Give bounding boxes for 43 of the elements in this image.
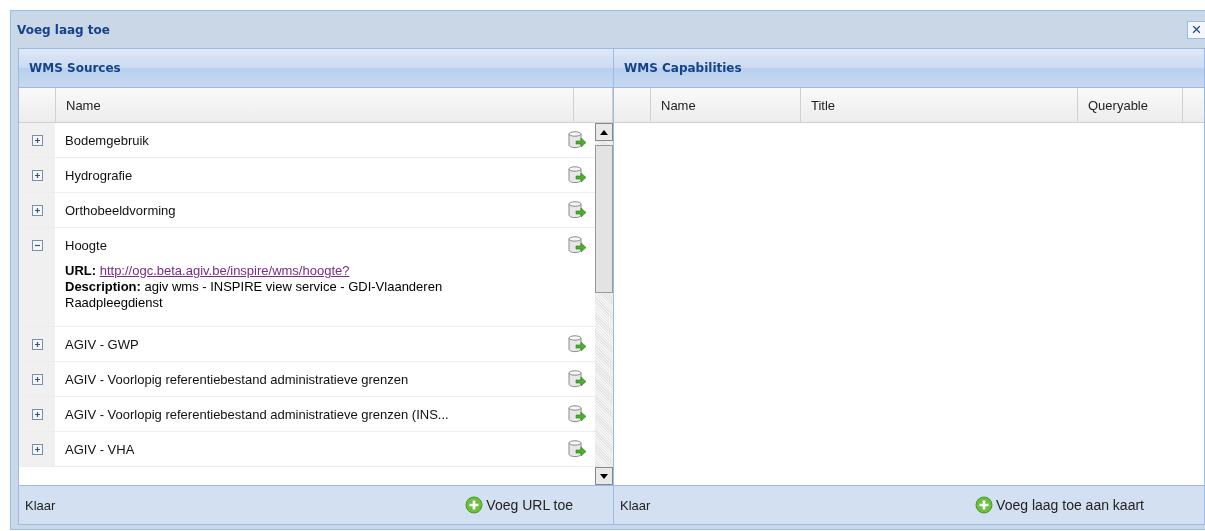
source-description: Description: agiv wms - INSPIRE view service - GDI-Vlaanderen Raadpleegdienst xyxy=(65,279,444,311)
expand-icon[interactable] xyxy=(31,205,43,216)
panel-header: WMS Sources xyxy=(19,49,613,88)
url-link[interactable]: http://ogc.beta.agiv.be/inspire/wms/hoogte? xyxy=(99,263,350,278)
source-name[interactable]: Hoogte xyxy=(65,237,107,253)
source-name[interactable]: Hydrografie xyxy=(65,167,133,183)
window-title: Voeg laag toe xyxy=(17,22,110,37)
expand-icon[interactable] xyxy=(31,409,43,420)
expand-icon[interactable] xyxy=(31,135,43,146)
panel-header: WMS Capabilities xyxy=(614,49,1204,88)
source-name[interactable]: AGIV - VHA xyxy=(65,441,135,457)
status-text: Klaar xyxy=(25,497,56,513)
database-arrow-icon[interactable] xyxy=(567,130,587,150)
add-icon xyxy=(465,496,484,514)
scroll-up-icon[interactable] xyxy=(600,129,608,135)
database-arrow-icon[interactable] xyxy=(567,235,587,255)
expand-icon[interactable] xyxy=(31,374,43,385)
database-arrow-icon[interactable] xyxy=(567,200,587,220)
collapse-icon[interactable] xyxy=(31,240,43,251)
source-url: URL: http://ogc.beta.agiv.be/inspire/wms/hoogte? xyxy=(65,263,351,279)
source-name[interactable]: Orthobeeldvorming xyxy=(65,202,176,218)
source-name[interactable]: AGIV - Voorlopig referentiebestand administratieve grenzen xyxy=(65,371,409,387)
expand-icon[interactable] xyxy=(31,339,43,350)
source-name[interactable]: AGIV - GWP xyxy=(65,336,139,352)
database-arrow-icon[interactable] xyxy=(567,334,587,354)
expand-icon[interactable] xyxy=(31,170,43,181)
source-name[interactable]: AGIV - Voorlopig referentiebestand administratieve grenzen (INS... xyxy=(65,406,449,422)
close-button[interactable]: × xyxy=(1187,20,1205,39)
status-text: Klaar xyxy=(620,497,651,513)
add-layer-button[interactable]: Voeg laag toe aan kaart xyxy=(975,496,1144,514)
database-arrow-icon[interactable] xyxy=(567,165,587,185)
database-arrow-icon[interactable] xyxy=(567,404,587,424)
scrollbar[interactable] xyxy=(595,123,613,485)
column-header[interactable]: Name xyxy=(651,88,801,122)
add-icon xyxy=(975,496,994,514)
database-arrow-icon[interactable] xyxy=(567,369,587,389)
expand-icon[interactable] xyxy=(31,444,43,455)
column-header[interactable]: Queryable xyxy=(1078,88,1183,122)
column-header[interactable]: Title xyxy=(801,88,1078,122)
add-url-button[interactable]: Voeg URL toe xyxy=(465,496,573,514)
scroll-down-icon[interactable] xyxy=(600,473,608,479)
source-name[interactable]: Bodemgebruik xyxy=(65,132,149,148)
database-arrow-icon[interactable] xyxy=(567,439,587,459)
